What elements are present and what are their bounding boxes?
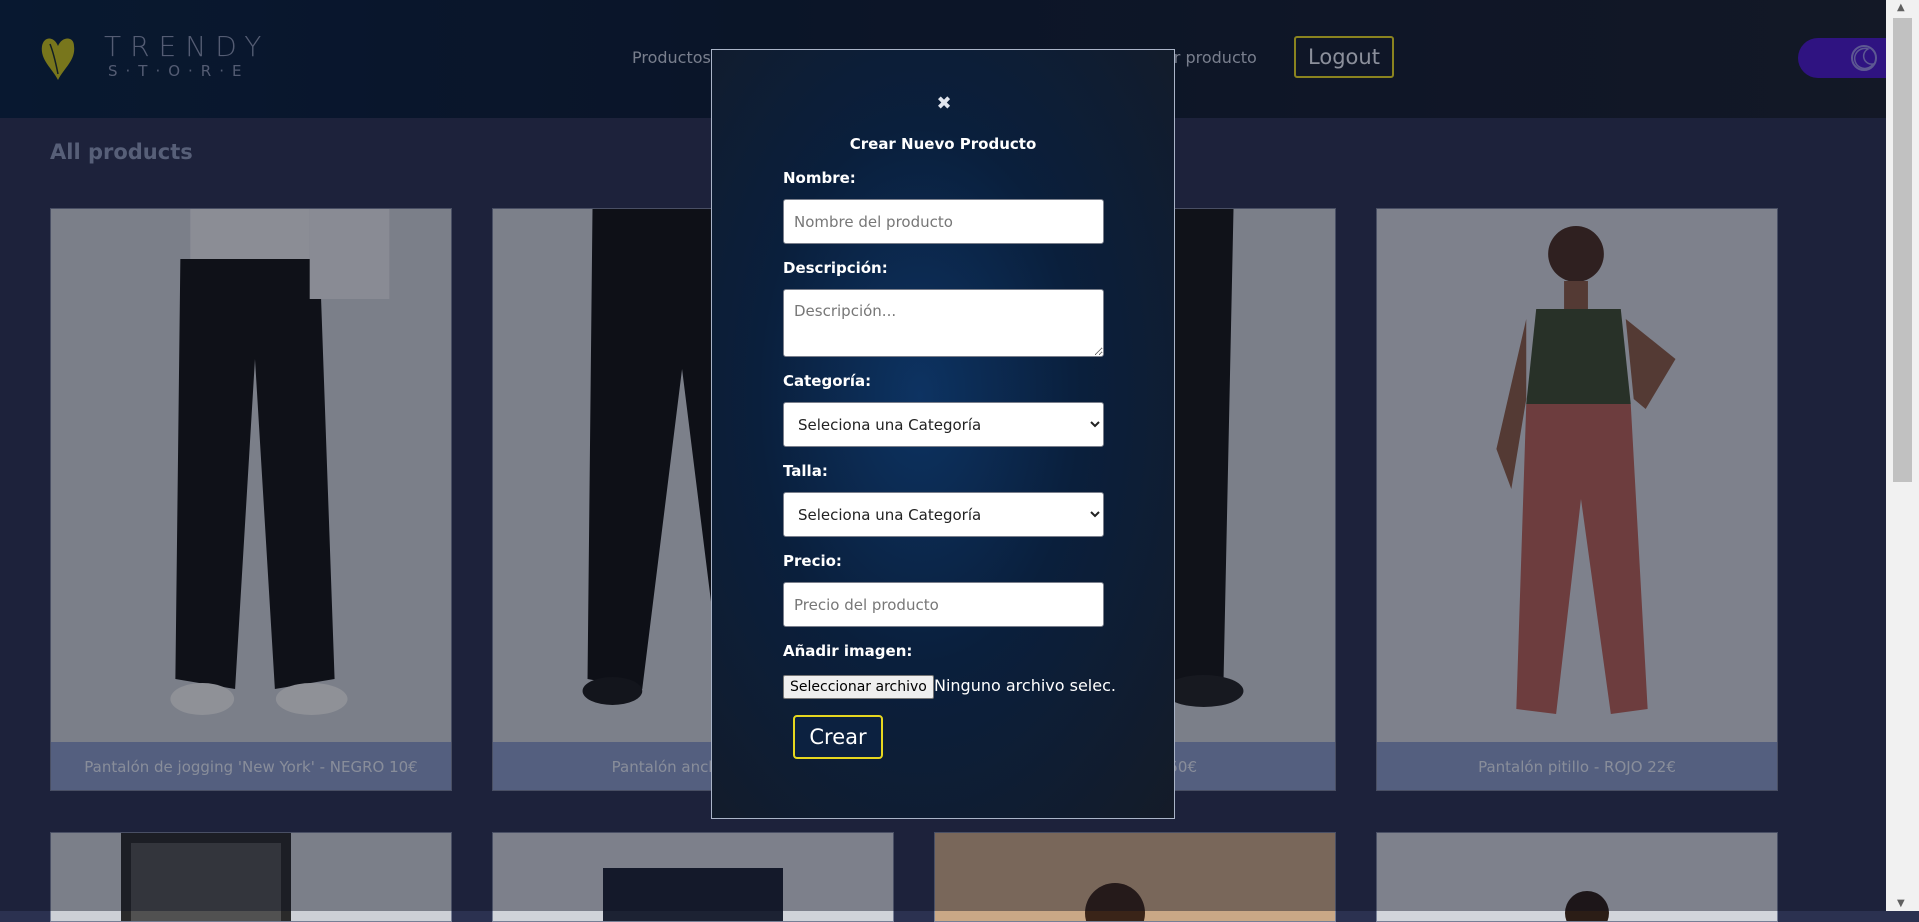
name-label: Nombre: (783, 169, 856, 187)
scroll-up-arrow-icon[interactable]: ▲ (1897, 2, 1905, 13)
name-input[interactable] (783, 199, 1104, 244)
category-select[interactable]: Seleciona una Categoría (783, 402, 1104, 447)
choose-file-button[interactable]: Seleccionar archivo (783, 675, 934, 699)
create-button[interactable]: Crear (793, 715, 883, 759)
size-select[interactable]: Seleciona una Categoría (783, 492, 1104, 537)
category-label: Categoría: (783, 372, 872, 390)
page-scrollbar[interactable]: ▲ ▼ (1886, 0, 1919, 911)
scroll-thumb[interactable] (1893, 18, 1912, 482)
description-label: Descripción: (783, 259, 888, 277)
scroll-down-arrow-icon[interactable]: ▼ (1897, 898, 1905, 909)
size-label: Talla: (783, 462, 828, 480)
close-icon[interactable]: ✖ (936, 95, 952, 113)
file-status: Ninguno archivo selec. (934, 676, 1116, 695)
image-label: Añadir imagen: (783, 642, 913, 660)
description-textarea[interactable] (783, 289, 1104, 357)
modal-title: Crear Nuevo Producto (849, 135, 1037, 153)
create-product-modal: ✖ Crear Nuevo Producto Nombre: Descripci… (711, 49, 1175, 819)
price-input[interactable] (783, 582, 1104, 627)
price-label: Precio: (783, 552, 842, 570)
